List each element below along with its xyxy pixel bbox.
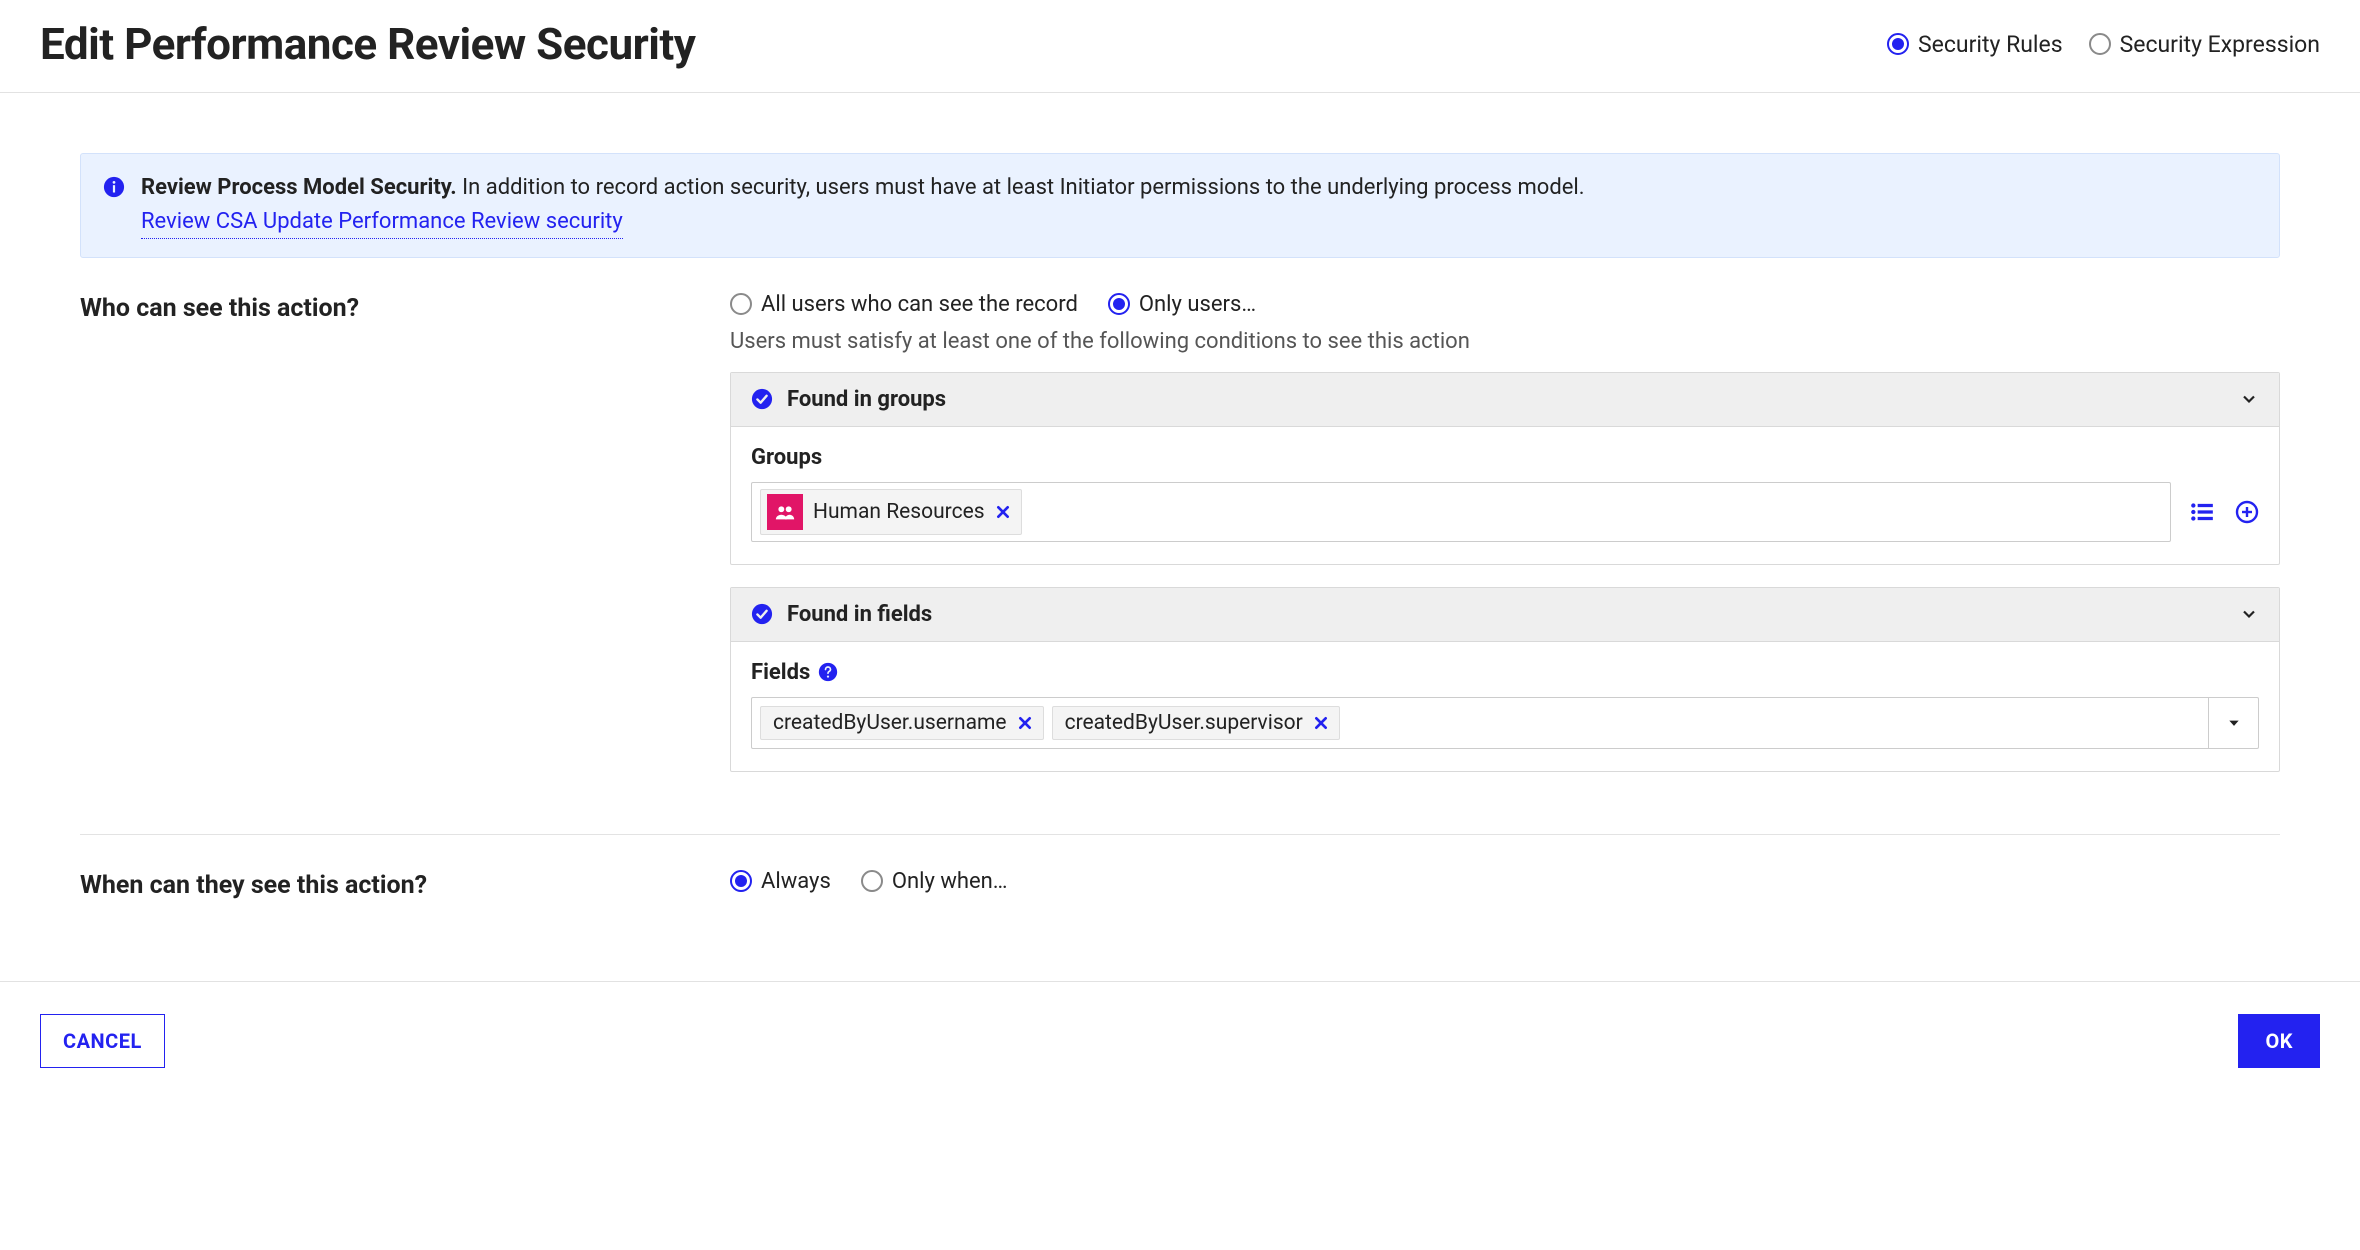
tab-label: Security Rules	[1918, 31, 2063, 58]
check-circle-icon	[751, 603, 773, 625]
tab-security-rules[interactable]: Security Rules	[1887, 31, 2063, 58]
help-icon[interactable]	[818, 662, 838, 682]
groups-picker[interactable]: Human Resources	[751, 482, 2171, 542]
info-icon	[103, 176, 125, 198]
field-chip: createdByUser.username	[760, 706, 1044, 740]
groups-card-title: Found in groups	[787, 387, 2225, 412]
section-divider	[80, 834, 2280, 835]
remove-chip-button[interactable]	[995, 504, 1011, 520]
ok-button[interactable]: OK	[2238, 1014, 2320, 1068]
add-button[interactable]	[2235, 500, 2259, 524]
fields-card-title: Found in fields	[787, 602, 2225, 627]
field-chip: createdByUser.supervisor	[1052, 706, 1340, 740]
chevron-down-icon	[2239, 604, 2259, 624]
group-icon	[767, 494, 803, 530]
info-bold: Review Process Model Security.	[141, 175, 457, 200]
radio-icon	[730, 870, 752, 892]
chevron-down-icon	[2239, 389, 2259, 409]
remove-chip-button[interactable]	[1313, 715, 1329, 731]
chip-label: createdByUser.username	[773, 711, 1007, 735]
tab-label: Security Expression	[2120, 31, 2320, 58]
list-button[interactable]	[2189, 499, 2215, 525]
radio-icon	[730, 293, 752, 315]
radio-all-users[interactable]: All users who can see the record	[730, 292, 1078, 317]
header-tabs: Security Rules Security Expression	[1887, 31, 2320, 58]
radio-only-users[interactable]: Only users…	[1108, 292, 1256, 317]
groups-card-header[interactable]: Found in groups	[731, 373, 2279, 427]
cancel-button[interactable]: CANCEL	[40, 1014, 165, 1068]
page-title: Edit Performance Review Security	[40, 18, 695, 70]
radio-label: Only users…	[1139, 292, 1256, 317]
review-security-link[interactable]: Review CSA Update Performance Review sec…	[141, 206, 623, 239]
fields-dropdown-button[interactable]	[2209, 697, 2259, 749]
info-desc: In addition to record action security, u…	[462, 175, 1584, 200]
info-text: Review Process Model Security. In additi…	[141, 172, 1585, 239]
remove-chip-button[interactable]	[1017, 715, 1033, 731]
radio-label: Always	[761, 869, 831, 894]
who-hint: Users must satisfy at least one of the f…	[730, 329, 2280, 354]
groups-sublabel: Groups	[751, 445, 2259, 470]
when-label: When can they see this action?	[80, 869, 710, 900]
check-circle-icon	[751, 388, 773, 410]
radio-icon	[861, 870, 883, 892]
radio-icon	[1887, 33, 1909, 55]
chip-label: createdByUser.supervisor	[1065, 711, 1303, 735]
radio-icon	[2089, 33, 2111, 55]
radio-only-when[interactable]: Only when…	[861, 869, 1008, 894]
radio-label: All users who can see the record	[761, 292, 1078, 317]
fields-sublabel: Fields	[751, 660, 810, 685]
radio-label: Only when…	[892, 869, 1008, 894]
radio-icon	[1108, 293, 1130, 315]
group-chip: Human Resources	[760, 489, 1022, 535]
tab-security-expression[interactable]: Security Expression	[2089, 31, 2320, 58]
chip-label: Human Resources	[813, 500, 985, 524]
info-banner: Review Process Model Security. In additi…	[80, 153, 2280, 258]
fields-card-header[interactable]: Found in fields	[731, 588, 2279, 642]
fields-card: Found in fields Fields	[730, 587, 2280, 772]
groups-card: Found in groups Groups	[730, 372, 2280, 565]
fields-picker[interactable]: createdByUser.username createdByUser.sup…	[751, 697, 2209, 749]
radio-always[interactable]: Always	[730, 869, 831, 894]
who-label: Who can see this action?	[80, 292, 710, 323]
